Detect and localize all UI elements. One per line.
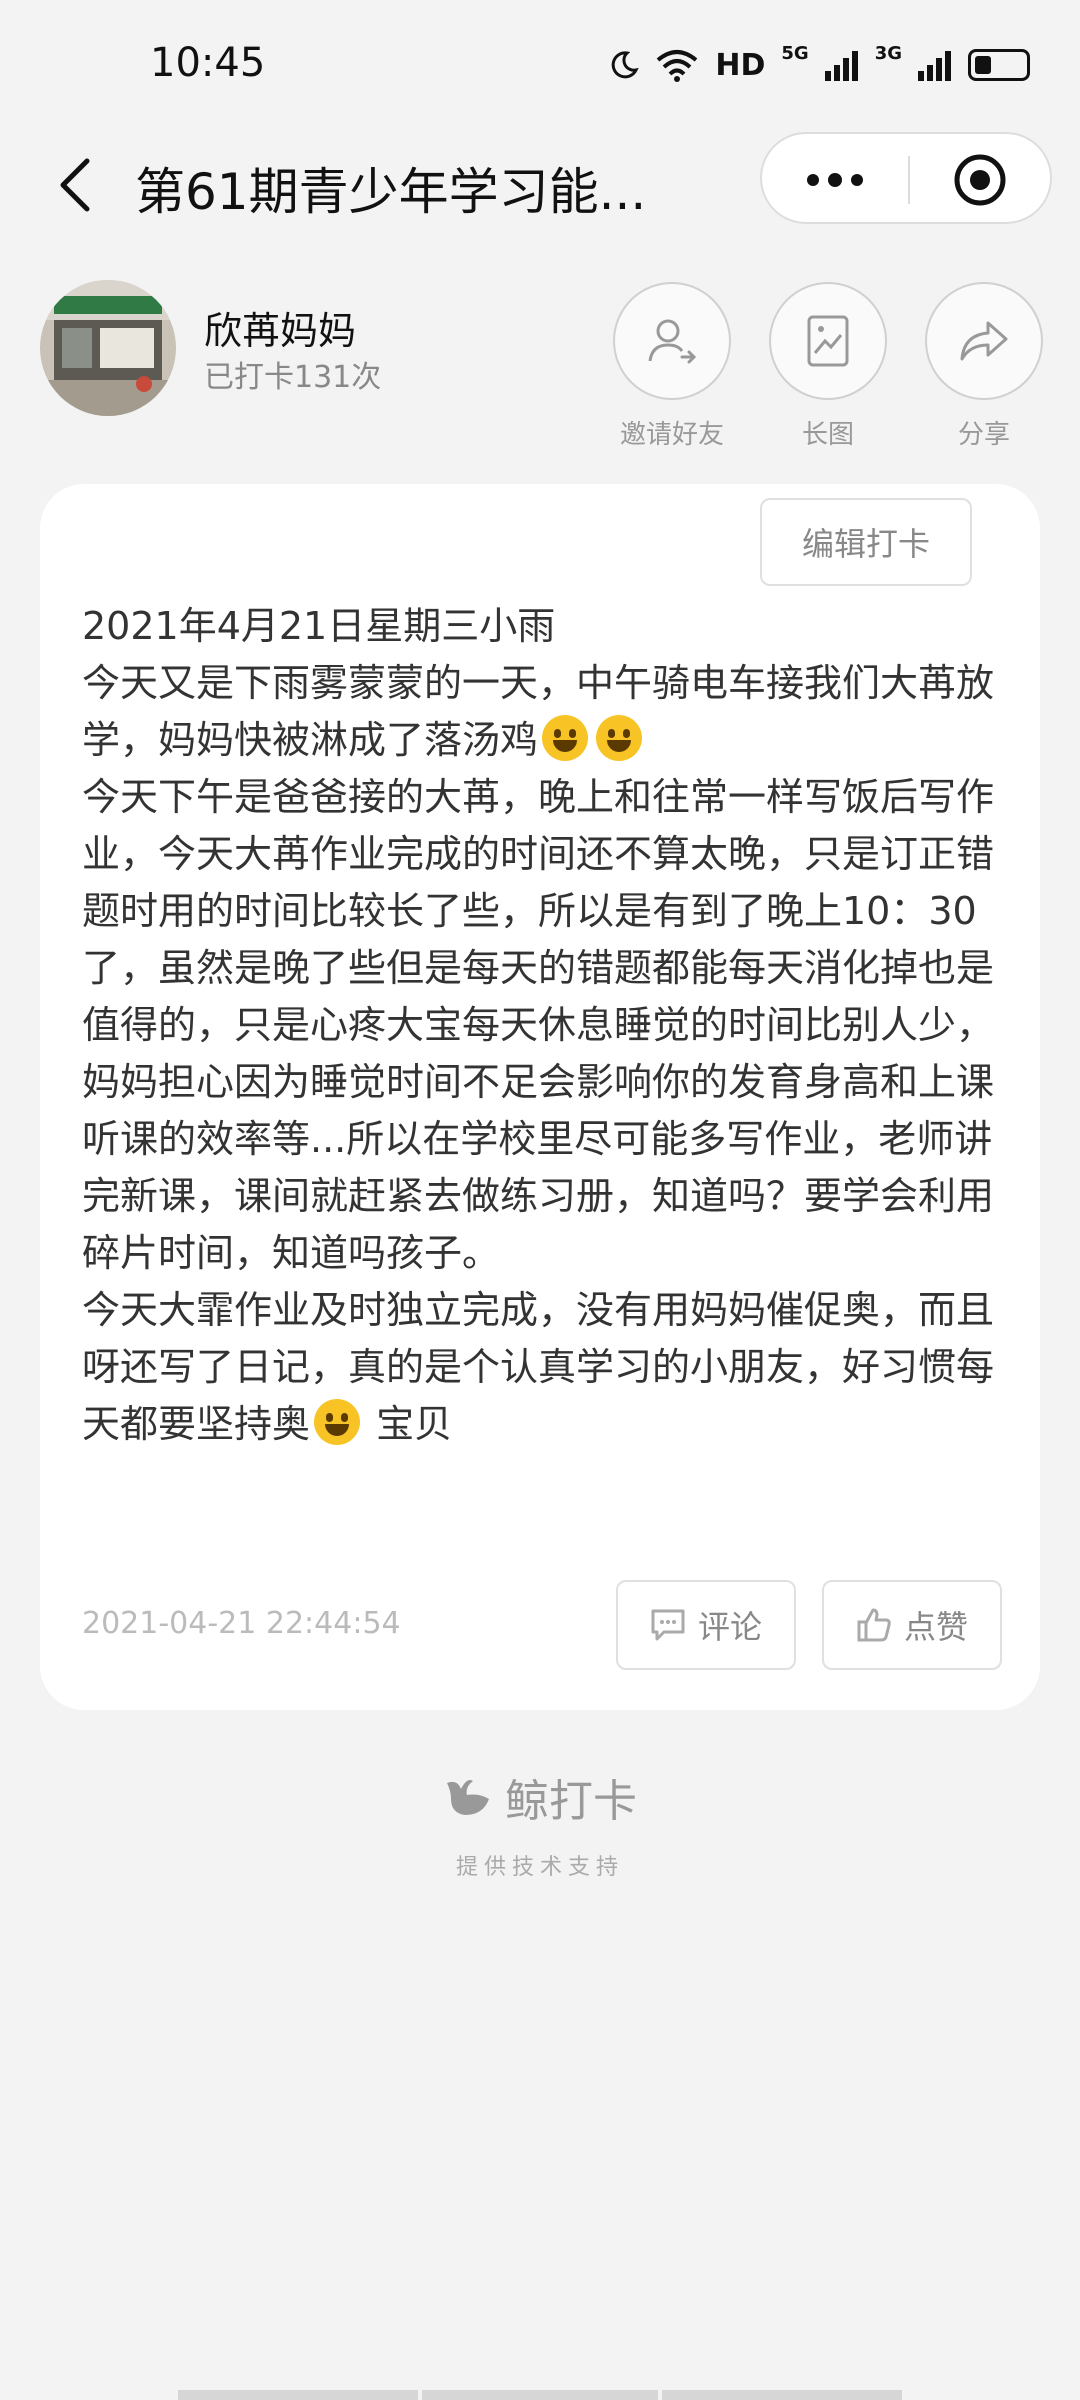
battery-icon [968, 49, 1030, 81]
long-image-label: 长图 [801, 420, 854, 450]
nav-bar: 第61期青少年学习能... [0, 130, 1080, 240]
smile-emoji-icon [314, 1399, 361, 1445]
share-icon [960, 321, 1008, 361]
post-card: 编辑打卡 2021年4月21日星期三小雨 今天又是下雨雾蒙蒙的一天，中午骑电车接… [40, 484, 1040, 1710]
back-button[interactable] [40, 150, 110, 220]
signal-5g-icon [824, 51, 858, 81]
miniprogram-capsule [760, 132, 1052, 224]
long-image-button[interactable]: 长图 [768, 282, 888, 451]
post-paragraph-tail: 宝贝 [364, 1402, 453, 1446]
target-icon [954, 154, 1006, 206]
edit-checkin-button[interactable]: 编辑打卡 [760, 498, 972, 586]
signal-3g-label: 3G [874, 42, 902, 64]
laughing-emoji-icon [596, 715, 643, 761]
image-icon [807, 315, 849, 367]
avatar-photo [40, 280, 176, 416]
post-paragraph-text: 今天又是下雨雾蒙蒙的一天，中午骑电车接我们大苒放学，妈妈快被淋成了落汤鸡 [82, 661, 995, 762]
brand-name: 鲸打卡 [505, 1776, 637, 1827]
signal-3g-icon [918, 51, 951, 81]
gesture-bar-segment [662, 2390, 902, 2400]
gesture-bar-segment [178, 2390, 418, 2400]
like-label: 点赞 [903, 1608, 968, 1646]
like-button[interactable]: 点赞 [822, 1580, 1002, 1670]
post-paragraph: 今天又是下雨雾蒙蒙的一天，中午骑电车接我们大苒放学，妈妈快被淋成了落汤鸡 [82, 655, 1028, 769]
status-icons: HD 5G 3G [609, 40, 1030, 90]
close-miniprogram-button[interactable] [910, 134, 1050, 226]
wifi-icon [657, 50, 698, 82]
moon-icon [612, 51, 640, 79]
page-title: 第61期青少年学习能... [135, 163, 647, 221]
user-name: 欣苒妈妈 [204, 309, 357, 353]
post-paragraph: 今天大霏作业及时独立完成，没有用妈妈催促奥，而且呀还写了日记，真的是个认真学习的… [82, 1282, 1028, 1453]
comment-icon [651, 1609, 685, 1641]
profile-header: 欣苒妈妈 已打卡131次 邀请好友 长图 分享 [0, 270, 1080, 470]
brand-tagline: 提供技术支持 [455, 1855, 624, 1880]
gesture-bar-segment [422, 2390, 658, 2400]
thumbs-up-icon [857, 1608, 891, 1642]
post-timestamp: 2021-04-21 22:44:54 [82, 1606, 401, 1641]
hd-label: HD [715, 47, 766, 83]
back-arrow-icon [60, 158, 90, 212]
brand-logo: 鲸打卡 [0, 1765, 1080, 1829]
share-button[interactable]: 分享 [924, 282, 1044, 451]
status-bar: 10:45 HD 5G 3G [0, 0, 1080, 130]
post-content: 2021年4月21日星期三小雨 今天又是下雨雾蒙蒙的一天，中午骑电车接我们大苒放… [82, 598, 1028, 1453]
share-circle [925, 282, 1043, 400]
avatar[interactable] [40, 280, 176, 416]
invite-circle [613, 282, 731, 400]
share-label: 分享 [957, 420, 1010, 450]
comment-label: 评论 [697, 1608, 762, 1646]
status-time: 10:45 [150, 40, 266, 86]
post-line: 2021年4月21日星期三小雨 [82, 604, 556, 648]
invite-user-icon [648, 319, 697, 364]
invite-friends-button[interactable]: 邀请好友 [612, 282, 732, 451]
comment-button[interactable]: 评论 [616, 1580, 796, 1670]
more-dots-icon [807, 173, 863, 187]
long-image-circle [769, 282, 887, 400]
post-paragraph-text: 今天大霏作业及时独立完成，没有用妈妈催促奥，而且呀还写了日记，真的是个认真学习的… [82, 1288, 995, 1446]
checkin-count: 已打卡131次 [204, 360, 382, 395]
more-button[interactable] [762, 134, 908, 226]
laughing-emoji-icon [542, 715, 589, 761]
whale-icon [447, 1780, 489, 1815]
post-paragraph: 今天下午是爸爸接的大苒，晚上和往常一样写饭后写作业，今天大苒作业完成的时间还不算… [82, 775, 995, 1275]
signal-5g-label: 5G [781, 42, 809, 64]
powered-by-footer: 鲸打卡 提供技术支持 [0, 1765, 1080, 1881]
invite-label: 邀请好友 [619, 420, 724, 450]
